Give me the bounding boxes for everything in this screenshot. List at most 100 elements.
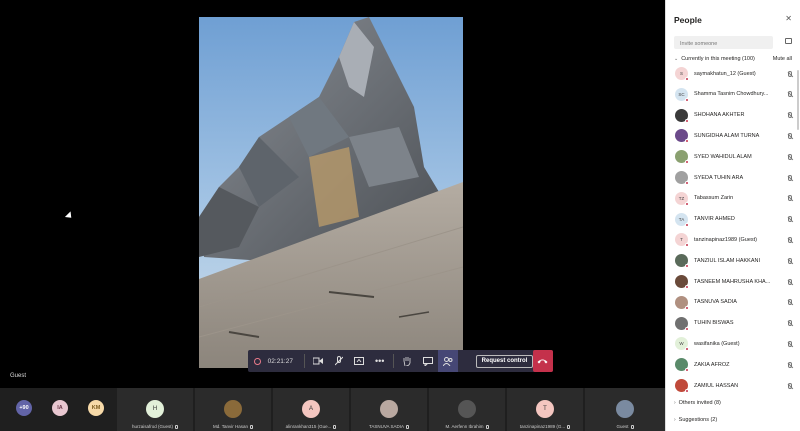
people-panel: People ✕ ⌄Currently in this meeting (100… xyxy=(665,0,800,431)
participant-tile[interactable]: Guest xyxy=(585,388,665,431)
participant-list: Ssaymakhatun_12 (Guest) SC Shamma Tasnim C… xyxy=(666,63,800,395)
mic-muted-icon[interactable] xyxy=(788,132,792,139)
participant-tile[interactable]: TASNUVA SADIA xyxy=(351,388,427,431)
close-panel-button[interactable]: ✕ xyxy=(785,14,792,23)
participant-name: Shamma Tasnim Chowdhury... xyxy=(694,91,769,98)
participant-bubble[interactable]: IA xyxy=(52,400,68,416)
mic-muted-icon[interactable] xyxy=(788,195,792,202)
chevron-right-icon: › xyxy=(674,400,676,406)
avatar-initials: SC xyxy=(678,91,685,97)
participant-tile[interactable]: Md. Tanvir Hasan xyxy=(195,388,271,431)
participant-name: SYED WAHIDUL ALAM xyxy=(694,153,752,160)
mic-muted-icon[interactable] xyxy=(788,236,792,243)
avatar: S xyxy=(675,67,689,81)
avatar: SC xyxy=(675,87,689,102)
mic-muted-icon xyxy=(333,424,337,429)
participant-name: alinrankhan315 (Gue... xyxy=(273,424,349,429)
participant-row[interactable]: TA TANVIR AHMED xyxy=(666,209,800,230)
more-actions-button[interactable]: ••• xyxy=(369,350,390,372)
shared-content-stage: Guest 02:21:27 ••• Request control xyxy=(0,0,665,388)
participant-tile[interactable]: Ttanzinapinaz1989 (G... xyxy=(507,388,583,431)
request-control-button[interactable]: Request control xyxy=(476,354,533,368)
avatar xyxy=(616,400,634,418)
mic-muted-icon[interactable] xyxy=(788,361,792,368)
suggestions-header[interactable]: › Suggestions (2) xyxy=(674,417,717,423)
record-icon xyxy=(254,357,261,365)
participant-tile[interactable]: Aalinrankhan315 (Gue... xyxy=(273,388,349,431)
mic-muted-icon[interactable] xyxy=(788,340,792,347)
participant-tile[interactable]: M. Aerfenn Ibrahim xyxy=(429,388,505,431)
share-button[interactable] xyxy=(349,350,370,372)
mic-muted-icon[interactable] xyxy=(788,257,792,264)
current-participants-header[interactable]: ⌄ Currently in this meeting (100) xyxy=(674,56,755,62)
video-toggle-button[interactable] xyxy=(308,350,329,372)
participant-row[interactable]: TZ Tabassum Zarin xyxy=(666,188,800,209)
participant-row[interactable]: SHOHANA AKHTER xyxy=(666,105,800,126)
chevron-down-icon: ⌄ xyxy=(674,56,679,62)
avatar-initials: TA xyxy=(678,216,685,222)
participant-row[interactable]: SYEDA TUHIN ARA xyxy=(666,167,800,188)
mic-muted-icon[interactable] xyxy=(788,299,792,306)
mic-muted-icon[interactable] xyxy=(788,278,792,285)
others-invited-header[interactable]: › Others invited (8) xyxy=(674,400,721,406)
raise-hand-button[interactable] xyxy=(397,350,418,372)
mic-muted-icon[interactable] xyxy=(788,382,792,389)
avatar: A xyxy=(302,400,320,418)
people-button[interactable] xyxy=(437,350,459,372)
participant-name: SUNGIDHA ALAM TURNA xyxy=(694,132,760,139)
participant-row[interactable]: TANZIUL ISLAM HAKKANI xyxy=(666,250,800,271)
chat-button[interactable] xyxy=(417,350,438,372)
participant-name: TUHIN BISWAS xyxy=(694,320,734,327)
avatar-initials: TZ xyxy=(678,195,685,201)
hangup-button[interactable] xyxy=(532,350,554,372)
participant-row[interactable]: SC Shamma Tasnim Chowdhury... xyxy=(666,84,800,105)
mic-toggle-button[interactable] xyxy=(328,350,349,372)
participant-row[interactable]: ZAMIUL HASSAN xyxy=(666,375,800,395)
participant-row[interactable]: SYED WAHIDUL ALAM xyxy=(666,146,800,167)
participant-name-text: tanzinapinaz1989 (G... xyxy=(519,424,566,429)
participant-row[interactable]: Ttanzinapinaz1989 (Guest) xyxy=(666,229,800,250)
participant-name: TASNUVA SADIA xyxy=(694,299,737,306)
participant-row[interactable]: TUHIN BISWAS xyxy=(666,313,800,334)
meeting-timer: 02:21:27 xyxy=(267,357,293,365)
avatar: W xyxy=(675,337,689,352)
participant-bubble[interactable]: KM xyxy=(88,400,104,416)
participant-name: Md. Tanvir Hasan xyxy=(195,424,271,429)
status-dot-icon xyxy=(685,201,689,206)
mic-muted-icon[interactable] xyxy=(788,70,792,77)
invite-input[interactable] xyxy=(674,36,773,49)
mic-muted-icon xyxy=(567,424,571,429)
mic-muted-icon[interactable] xyxy=(788,112,792,119)
divider xyxy=(303,354,305,368)
participant-row[interactable]: TASNUVA SADIA xyxy=(666,292,800,313)
participant-row[interactable]: Ssaymakhatun_12 (Guest) xyxy=(666,63,800,84)
people-icon xyxy=(443,356,453,366)
status-dot-icon xyxy=(685,97,689,102)
participant-row[interactable]: SUNGIDHA ALAM TURNA xyxy=(666,125,800,146)
copy-link-icon[interactable] xyxy=(785,38,792,44)
mic-muted-icon[interactable] xyxy=(788,216,792,223)
avatar: T xyxy=(536,400,554,418)
mic-muted-icon[interactable] xyxy=(788,91,792,98)
avatar xyxy=(458,400,476,418)
hangup-icon xyxy=(537,359,548,364)
participant-row[interactable]: ZAKIA AFROZ xyxy=(666,354,800,375)
more-participants-bubble[interactable]: +90 xyxy=(16,400,32,416)
mic-muted-icon[interactable] xyxy=(788,320,792,327)
mic-muted-icon[interactable] xyxy=(788,153,792,160)
scrollbar[interactable] xyxy=(797,70,799,130)
participant-row[interactable]: Wwasifanika (Guest) xyxy=(666,333,800,354)
participant-name-text: Guest xyxy=(616,424,629,429)
avatar: TZ xyxy=(675,191,689,206)
participant-name: wasifanika (Guest) xyxy=(694,340,740,347)
participant-name: TANZIUL ISLAM HAKKANI xyxy=(694,257,761,264)
participant-name: TASNEEM MAHRUSHA KHA... xyxy=(694,278,771,285)
participant-tile[interactable]: Hhurzaisafrod (Guest) xyxy=(117,388,193,431)
mic-muted-icon[interactable] xyxy=(788,174,792,181)
participant-row[interactable]: TASNEEM MAHRUSHA KHA... xyxy=(666,271,800,292)
mute-all-button[interactable]: Mute all xyxy=(773,56,792,62)
participant-name: SHOHANA AKHTER xyxy=(694,112,745,119)
participant-name: tanzinapinaz1989 (Guest) xyxy=(694,236,757,243)
status-dot-icon xyxy=(685,139,689,144)
participant-name: ZAKIA AFROZ xyxy=(694,361,730,368)
